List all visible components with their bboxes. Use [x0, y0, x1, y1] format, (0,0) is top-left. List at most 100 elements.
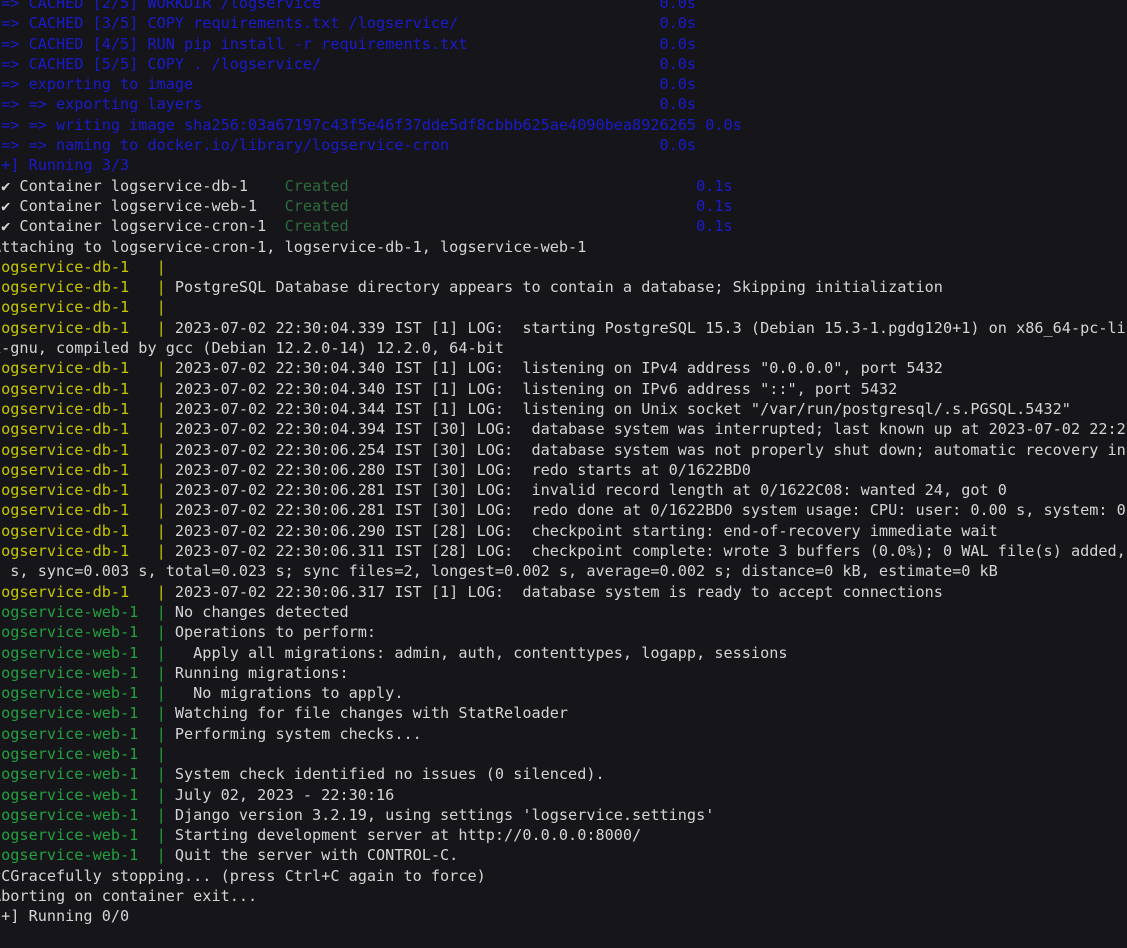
terminal-line: logservice-web-1 | Running migrations:: [0, 663, 1127, 683]
terminal-line: => CACHED [2/5] WORKDIR /logservice 0.0s: [0, 0, 1127, 13]
terminal-text-span: System check identified no issues (0 sil…: [175, 765, 605, 783]
terminal-text-span: 0.0s: [660, 95, 697, 113]
terminal-text-span: [321, 55, 659, 73]
terminal-text-span: Django version 3.2.19, using settings 'l…: [175, 806, 714, 824]
terminal-text-span: [458, 14, 659, 32]
terminal-line: => CACHED [5/5] COPY . /logservice/ 0.0s: [0, 54, 1127, 74]
terminal-text-span: 0.0s: [660, 0, 697, 12]
terminal-line: logservice-web-1 | Django version 3.2.19…: [0, 805, 1127, 825]
terminal-line: logservice-db-1 | 2023-07-02 22:30:04.34…: [0, 358, 1127, 378]
terminal-text-span: [202, 95, 659, 113]
terminal-text-span: 2023-07-02 22:30:06.254 IST [30] LOG: da…: [175, 441, 1127, 459]
terminal-text-span: 2023-07-02 22:30:04.340 IST [1] LOG: lis…: [175, 359, 943, 377]
terminal-text-span: logservice-db-1 |: [0, 481, 175, 499]
terminal-text-span: => => writing image sha256:03a67197c43f5…: [0, 116, 696, 134]
terminal-text-span: [193, 75, 659, 93]
terminal-line: logservice-db-1 | 2023-07-02 22:30:04.34…: [0, 379, 1127, 399]
terminal-text-span: Performing system checks...: [175, 725, 422, 743]
terminal-line: => => exporting layers 0.0s: [0, 94, 1127, 114]
terminal-text-span: [467, 35, 659, 53]
terminal-text-span: 0.0s: [660, 35, 697, 53]
terminal-line: => exporting to image 0.0s: [0, 74, 1127, 94]
terminal-text-span: logservice-db-1 |: [0, 258, 175, 276]
terminal-text-span: logservice-web-1 |: [0, 704, 175, 722]
terminal-line: logservice-web-1 | Quit the server with …: [0, 845, 1127, 865]
terminal-line: logservice-db-1 | PostgreSQL Database di…: [0, 277, 1127, 297]
terminal-text-span: logservice-db-1 |: [0, 420, 175, 438]
terminal-text-span: => CACHED [4/5] RUN pip install -r requi…: [0, 35, 467, 53]
terminal-text-span: => CACHED [2/5] WORKDIR /logservice: [0, 0, 321, 12]
terminal-text-span: logservice-db-1 |: [0, 542, 175, 560]
terminal-line: ✔ Container logservice-web-1 Created 0.1…: [0, 196, 1127, 216]
terminal-line: logservice-db-1 | 2023-07-02 22:30:06.31…: [0, 582, 1127, 602]
terminal-text-span: x-gnu, compiled by gcc (Debian 12.2.0-14…: [0, 339, 504, 357]
terminal-line: logservice-web-1 |: [0, 744, 1127, 764]
terminal-window[interactable]: => CACHED [2/5] WORKDIR /logservice 0.0s…: [0, 0, 1127, 948]
terminal-text-span: [349, 197, 696, 215]
terminal-text-span: logservice-web-1 |: [0, 745, 175, 763]
terminal-line: logservice-web-1 | Apply all migrations:…: [0, 643, 1127, 663]
terminal-line: logservice-db-1 | 2023-07-02 22:30:04.34…: [0, 399, 1127, 419]
terminal-line-wrapped: 7 s, sync=0.003 s, total=0.023 s; sync f…: [0, 561, 1127, 581]
terminal-text-span: logservice-web-1 |: [0, 846, 175, 864]
terminal-line: logservice-db-1 |: [0, 297, 1127, 317]
terminal-text-span: => => exporting layers: [0, 95, 202, 113]
terminal-text-span: logservice-web-1 |: [0, 806, 175, 824]
terminal-line: logservice-db-1 | 2023-07-02 22:30:04.39…: [0, 419, 1127, 439]
terminal-line: logservice-db-1 | 2023-07-02 22:30:06.31…: [0, 541, 1127, 561]
terminal-text-span: 2023-07-02 22:30:06.280 IST [30] LOG: re…: [175, 461, 751, 479]
terminal-text-span: logservice-web-1 |: [0, 684, 175, 702]
terminal-text-span: logservice-web-1 |: [0, 664, 175, 682]
terminal-line: logservice-db-1 | 2023-07-02 22:30:04.33…: [0, 318, 1127, 338]
terminal-line: [+] Running 3/3: [0, 155, 1127, 175]
terminal-text-span: [696, 116, 705, 134]
terminal-line: logservice-web-1 | System check identifi…: [0, 764, 1127, 784]
terminal-text-span: 2023-07-02 22:30:04.394 IST [30] LOG: da…: [175, 420, 1127, 438]
terminal-text-span: No migrations to apply.: [175, 684, 404, 702]
terminal-line: ✔ Container logservice-db-1 Created 0.1s: [0, 176, 1127, 196]
terminal-text-span: => exporting to image: [0, 75, 193, 93]
terminal-text-span: logservice-db-1 |: [0, 319, 175, 337]
terminal-line: logservice-db-1 | 2023-07-02 22:30:06.28…: [0, 500, 1127, 520]
terminal-text-span: [+] Running 0/0: [0, 907, 129, 925]
terminal-text-span: logservice-web-1 |: [0, 623, 175, 641]
terminal-text-span: logservice-db-1 |: [0, 461, 175, 479]
terminal-text-span: 0.0s: [660, 75, 697, 93]
terminal-text-span: logservice-web-1 |: [0, 765, 175, 783]
terminal-text-span: 2023-07-02 22:30:06.281 IST [30] LOG: in…: [175, 481, 1007, 499]
terminal-text-span: Created: [285, 177, 349, 195]
terminal-text-span: 0.1s: [696, 177, 733, 195]
terminal-line: logservice-web-1 | No migrations to appl…: [0, 683, 1127, 703]
terminal-text-span: [+] Running 3/3: [0, 156, 129, 174]
terminal-line: => CACHED [3/5] COPY requirements.txt /l…: [0, 13, 1127, 33]
terminal-output-buffer: => CACHED [2/5] WORKDIR /logservice 0.0s…: [0, 0, 1127, 927]
terminal-line: => => naming to docker.io/library/logser…: [0, 135, 1127, 155]
terminal-text-span: 7 s, sync=0.003 s, total=0.023 s; sync f…: [0, 562, 998, 580]
terminal-text-span: logservice-db-1 |: [0, 380, 175, 398]
terminal-line-wrapped: x-gnu, compiled by gcc (Debian 12.2.0-14…: [0, 338, 1127, 358]
terminal-text-span: => CACHED [5/5] COPY . /logservice/: [0, 55, 321, 73]
terminal-text-span: [449, 136, 659, 154]
terminal-text-span: Attaching to logservice-cron-1, logservi…: [0, 238, 586, 256]
terminal-line: Aborting on container exit...: [0, 886, 1127, 906]
terminal-text-span: logservice-db-1 |: [0, 298, 175, 316]
terminal-line: logservice-db-1 | 2023-07-02 22:30:06.25…: [0, 440, 1127, 460]
terminal-line: logservice-db-1 | 2023-07-02 22:30:06.29…: [0, 521, 1127, 541]
terminal-text-span: ✔ Container logservice-db-1: [0, 177, 285, 195]
terminal-text-span: Starting development server at http://0.…: [175, 826, 641, 844]
terminal-text-span: 2023-07-02 22:30:04.339 IST [1] LOG: sta…: [175, 319, 1127, 337]
terminal-text-span: Aborting on container exit...: [0, 887, 257, 905]
terminal-text-span: PostgreSQL Database directory appears to…: [175, 278, 943, 296]
terminal-text-span: 0.1s: [696, 197, 733, 215]
terminal-text-span: logservice-web-1 |: [0, 826, 175, 844]
terminal-line: logservice-db-1 |: [0, 257, 1127, 277]
terminal-text-span: 0.0s: [660, 55, 697, 73]
terminal-text-span: [349, 217, 696, 235]
terminal-text-span: 2023-07-02 22:30:06.317 IST [1] LOG: dat…: [175, 583, 943, 601]
terminal-text-span: 2023-07-02 22:30:06.290 IST [28] LOG: ch…: [175, 522, 998, 540]
terminal-text-span: No changes detected: [175, 603, 349, 621]
terminal-text-span: logservice-db-1 |: [0, 359, 175, 377]
terminal-text-span: 2023-07-02 22:30:06.281 IST [30] LOG: re…: [175, 501, 1127, 519]
terminal-line: logservice-web-1 | Performing system che…: [0, 724, 1127, 744]
terminal-text-span: logservice-web-1 |: [0, 644, 175, 662]
